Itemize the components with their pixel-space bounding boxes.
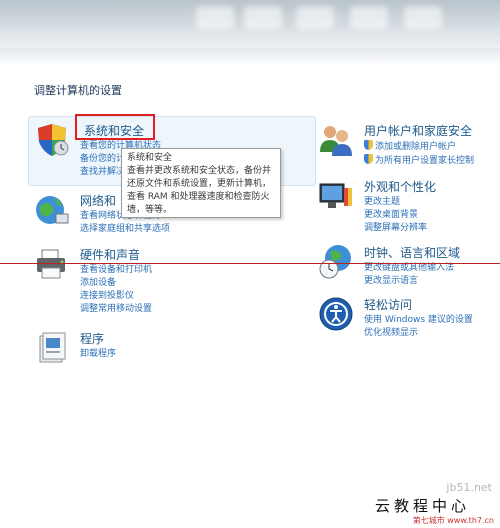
accessibility-icon <box>319 297 353 331</box>
clock-globe-icon <box>319 245 351 279</box>
category-title[interactable]: 用户帐户和家庭安全 <box>364 122 472 139</box>
annotation-line <box>0 263 500 264</box>
programs-icon <box>39 332 66 363</box>
tooltip: 系统和安全 查看并更改系统和安全状态，备份并还原文件和系统设置，更新计算机，查看… <box>121 148 281 218</box>
link-desktop-bg[interactable]: 更改桌面背景 <box>364 209 427 222</box>
toolbar-blur <box>244 6 282 30</box>
uac-shield-icon <box>364 154 373 164</box>
shield-icon <box>38 124 69 156</box>
link-parental-controls[interactable]: 为所有用户设置家长控制 <box>364 154 474 168</box>
link-label: 添加或删除用户帐户 <box>375 142 457 152</box>
link-recommended-settings[interactable]: 使用 Windows 建议的设置 <box>364 314 473 327</box>
window-top-bar <box>0 0 500 48</box>
header-separator <box>0 48 500 66</box>
toolbar-blur <box>404 6 442 30</box>
watermark-sub: 第七城市 www.th7.cn <box>412 516 494 525</box>
link-homegroup[interactable]: 选择家庭组和共享选项 <box>80 223 170 236</box>
link-projector[interactable]: 连接到投影仪 <box>80 290 152 303</box>
link-label: 为所有用户设置家长控制 <box>375 156 475 166</box>
category-title[interactable]: 时钟、语言和区域 <box>364 244 460 261</box>
link-add-remove-users[interactable]: 添加或删除用户帐户 <box>364 140 474 154</box>
monitor-palette-icon <box>319 183 352 208</box>
link-display-language[interactable]: 更改显示语言 <box>364 275 454 288</box>
users-icon <box>320 126 352 156</box>
watermark: jb51.net 云教程中心 第七城市 www.th7.cn <box>283 469 500 528</box>
category-title[interactable]: 程序 <box>80 330 104 347</box>
link-optimize-display[interactable]: 优化视频显示 <box>364 327 473 340</box>
tooltip-title: 系统和安全 <box>127 153 173 163</box>
category-title[interactable]: 外观和个性化 <box>364 178 436 195</box>
link-mobility[interactable]: 调整常用移动设置 <box>80 303 152 316</box>
page-heading: 调整计算机的设置 <box>34 84 122 97</box>
printer-icon <box>37 249 65 279</box>
category-title[interactable]: 硬件和声音 <box>80 246 140 263</box>
toolbar-blur <box>196 6 234 30</box>
link-change-theme[interactable]: 更改主题 <box>364 196 427 209</box>
network-globe-icon <box>36 196 69 224</box>
toolbar-blur <box>350 6 388 30</box>
link-devices-printers[interactable]: 查看设备和打印机 <box>80 264 152 277</box>
highlight-box <box>75 114 155 140</box>
link-add-device[interactable]: 添加设备 <box>80 277 152 290</box>
link-uninstall[interactable]: 卸载程序 <box>80 348 116 361</box>
watermark-main: 云教程中心 <box>374 497 470 515</box>
link-resolution[interactable]: 调整屏幕分辨率 <box>364 222 427 235</box>
toolbar-blur <box>296 6 334 30</box>
tooltip-body: 查看并更改系统和安全状态，备份并还原文件和系统设置，更新计算机，查看 RAM 和… <box>127 166 272 215</box>
uac-shield-icon <box>364 140 373 150</box>
category-title[interactable]: 轻松访问 <box>364 296 412 313</box>
